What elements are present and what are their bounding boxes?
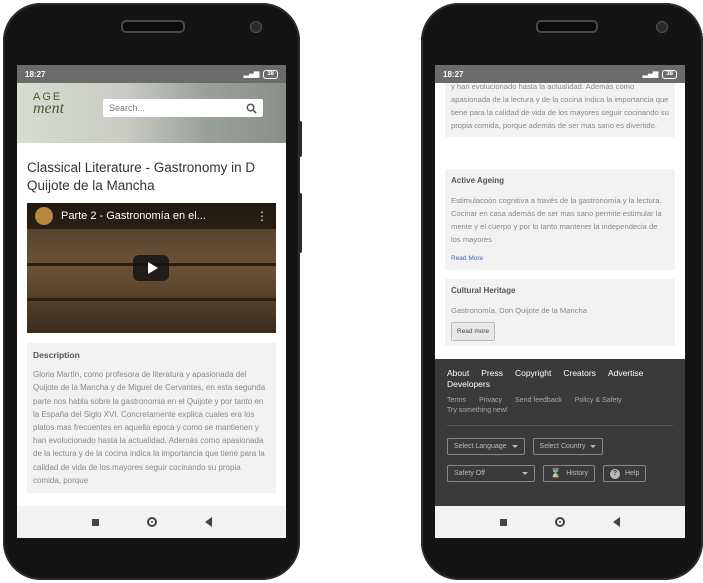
status-bar: 18:27 ▂▄▆ 38	[435, 65, 685, 83]
description-text: y han evolucionado hasta la actualidad. …	[451, 83, 669, 130]
footer-link-privacy[interactable]: Privacy	[479, 396, 502, 406]
history-label: History	[566, 470, 588, 477]
select-language-button[interactable]: Select Language	[447, 438, 525, 455]
bookshelf-decor	[27, 298, 276, 301]
select-country-label: Select Country	[539, 443, 586, 450]
description-card-continued: y han evolucionado hasta la actualidad. …	[445, 83, 675, 137]
footer-link-about[interactable]: About	[447, 368, 469, 379]
logo-line2: ment	[33, 100, 65, 117]
search-input[interactable]	[109, 103, 229, 113]
back-icon[interactable]	[613, 517, 620, 527]
caret-down-icon	[511, 445, 518, 448]
caret-down-icon	[522, 472, 528, 475]
more-options-icon[interactable]: ⋮	[256, 209, 268, 223]
footer-links: About Press Copyright Creators Advertise…	[447, 368, 667, 390]
footer-small-links: Terms Privacy Send feedback Policy & Saf…	[447, 396, 677, 416]
status-time: 18:27	[25, 69, 46, 79]
recent-apps-icon[interactable]	[91, 518, 99, 526]
page-content: Classical Literature - Gastronomy in D Q…	[17, 143, 286, 506]
footer-link-copyright[interactable]: Copyright	[515, 368, 551, 379]
video-title[interactable]: Parte 2 - Gastronomía en el...	[61, 210, 248, 222]
left-phone: 18:27 ▂▄▆ 38 AGE ment Classical Literatu…	[3, 3, 302, 580]
select-language-label: Select Language	[454, 443, 507, 450]
footer-link-advertise[interactable]: Advertise	[608, 368, 643, 379]
footer-action-row: Safety Off ⌛ History ? Help	[447, 465, 673, 482]
left-screen: 18:27 ▂▄▆ 38 AGE ment Classical Literatu…	[17, 65, 286, 538]
footer-link-try-something-new[interactable]: Try something new!	[447, 406, 508, 416]
footer-link-press[interactable]: Press	[481, 368, 503, 379]
footer-select-row: Select Language Select Country	[447, 438, 673, 455]
video-player[interactable]: Parte 2 - Gastronomía en el... ⋮	[27, 203, 276, 333]
description-label: Description	[33, 350, 80, 360]
page-content: y han evolucionado hasta la actualidad. …	[435, 83, 685, 506]
battery-icon: 38	[662, 69, 677, 79]
right-screen: 18:27 ▂▄▆ 38 y han evolucionado hasta la…	[435, 65, 685, 538]
recent-apps-icon[interactable]	[500, 518, 507, 526]
description-card: Description Gloria Martín, como profesor…	[27, 343, 276, 494]
search-box	[103, 99, 263, 117]
signal-icon: ▂▄▆	[243, 71, 260, 78]
active-ageing-title: Active Ageing	[451, 176, 505, 185]
help-label: Help	[625, 470, 640, 477]
signal-icon: ▂▄▆	[642, 71, 659, 78]
speaker-grille	[536, 20, 598, 33]
site-header: AGE ment	[17, 83, 286, 143]
select-country-button[interactable]: Select Country	[532, 438, 604, 455]
agement-logo[interactable]: AGE ment	[33, 92, 65, 117]
active-ageing-text: Estimulacoón cognitiva a través de la ga…	[451, 196, 662, 244]
cultural-heritage-text: Gastronomía, Don Quijote de la Mancha	[451, 306, 587, 315]
footer-divider	[447, 425, 673, 426]
read-more-button[interactable]: Read more	[451, 322, 496, 341]
volume-button	[298, 193, 302, 253]
right-phone: 18:27 ▂▄▆ 38 y han evolucionado hasta la…	[421, 3, 703, 580]
status-bar: 18:27 ▂▄▆ 38	[17, 65, 286, 83]
search-icon[interactable]	[246, 103, 257, 114]
cultural-heritage-title: Cultural Heritage	[451, 286, 516, 295]
help-icon: ?	[610, 468, 620, 479]
front-camera	[250, 21, 262, 33]
home-icon[interactable]	[146, 517, 157, 527]
status-icons: ▂▄▆ 38	[642, 69, 677, 79]
channel-avatar[interactable]	[35, 207, 53, 225]
android-nav-bar	[435, 506, 685, 538]
read-more-link[interactable]: Read More	[451, 252, 483, 265]
history-button[interactable]: ⌛ History	[543, 465, 595, 482]
help-button[interactable]: ? Help	[603, 465, 647, 482]
footer-link-developers[interactable]: Developers	[447, 379, 490, 390]
play-icon[interactable]	[133, 255, 169, 281]
footer-link-send-feedback[interactable]: Send feedback	[515, 396, 562, 406]
front-camera	[656, 21, 668, 33]
footer-link-creators[interactable]: Creators	[563, 368, 596, 379]
status-time: 18:27	[443, 69, 464, 79]
footer-link-policy-safety[interactable]: Policy & Safety	[575, 396, 622, 406]
safety-label: Safety Off	[454, 470, 485, 477]
cultural-heritage-card: Cultural Heritage Gastronomía, Don Quijo…	[445, 279, 675, 346]
video-title-bar: Parte 2 - Gastronomía en el... ⋮	[27, 203, 276, 229]
power-button	[298, 121, 302, 157]
status-icons: ▂▄▆ 38	[243, 69, 278, 79]
home-icon[interactable]	[555, 517, 565, 527]
battery-icon: 38	[263, 69, 278, 79]
description-text: Gloria Martín, como profesora de literat…	[33, 370, 266, 485]
speaker-grille	[121, 20, 185, 33]
safety-button[interactable]: Safety Off	[447, 465, 535, 482]
page-title: Classical Literature - Gastronomy in D Q…	[27, 160, 256, 193]
active-ageing-card: Active Ageing Estimulacoón cognitiva a t…	[445, 169, 675, 270]
back-icon[interactable]	[204, 517, 212, 527]
footer-link-terms[interactable]: Terms	[447, 396, 466, 406]
site-footer: About Press Copyright Creators Advertise…	[435, 359, 685, 506]
caret-down-icon	[590, 445, 597, 448]
android-nav-bar	[17, 506, 286, 538]
hourglass-icon: ⌛	[550, 468, 562, 478]
